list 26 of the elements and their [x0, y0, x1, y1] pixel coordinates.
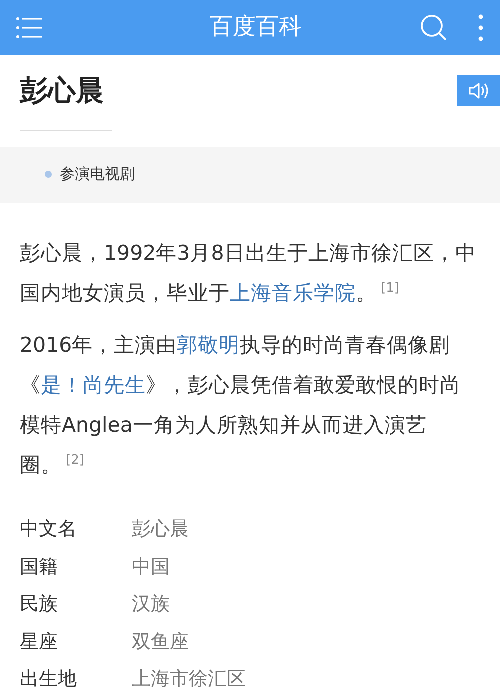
paragraph: 2016年，主演由郭敬明执导的时尚青春偶像剧《是！尚先生》，彭心晨凭借着敢爱敢恨的时尚模特Anglea一角为人所熟知并从而进入演艺圈。 $^{[2]}$: [20, 332, 462, 479]
speaker-button[interactable]: [457, 75, 500, 106]
info-label: 民族: [20, 592, 59, 618]
info-value: 汉族: [132, 592, 170, 618]
catalog-link[interactable]: 参演电视剧: [60, 163, 135, 186]
info-value: 双鱼座: [132, 630, 189, 655]
footnote-link[interactable]: [1]: [381, 280, 400, 296]
info-label: 中文名: [20, 517, 78, 542]
app-title: 百度百科: [210, 13, 302, 42]
more-icon[interactable]: [478, 14, 484, 42]
text-link[interactable]: 上海音乐学院: [230, 280, 356, 305]
info-label: 星座: [20, 630, 59, 655]
bullet-icon: [45, 171, 52, 178]
text-link[interactable]: 是！尚先生: [41, 372, 146, 397]
text-link[interactable]: 郭敬明: [177, 332, 240, 357]
info-value: 中国: [132, 554, 170, 580]
speaker-icon: [468, 82, 490, 100]
info-label: 出生地: [20, 667, 78, 689]
paragraph: 彭心晨，1992年3月8日出生于上海市徐汇区，中国内地女演员，毕业于上海音乐学院。 $^{[1]}$: [20, 240, 478, 307]
footnote-link[interactable]: [2]: [66, 452, 84, 468]
article-title: 彭心晨: [20, 74, 104, 108]
info-value: 上海市徐汇区: [132, 667, 246, 689]
info-label: 国籍: [20, 554, 59, 580]
menu-icon[interactable]: [16, 16, 42, 38]
search-icon[interactable]: [420, 14, 448, 42]
info-value: 彭心晨: [132, 517, 189, 542]
